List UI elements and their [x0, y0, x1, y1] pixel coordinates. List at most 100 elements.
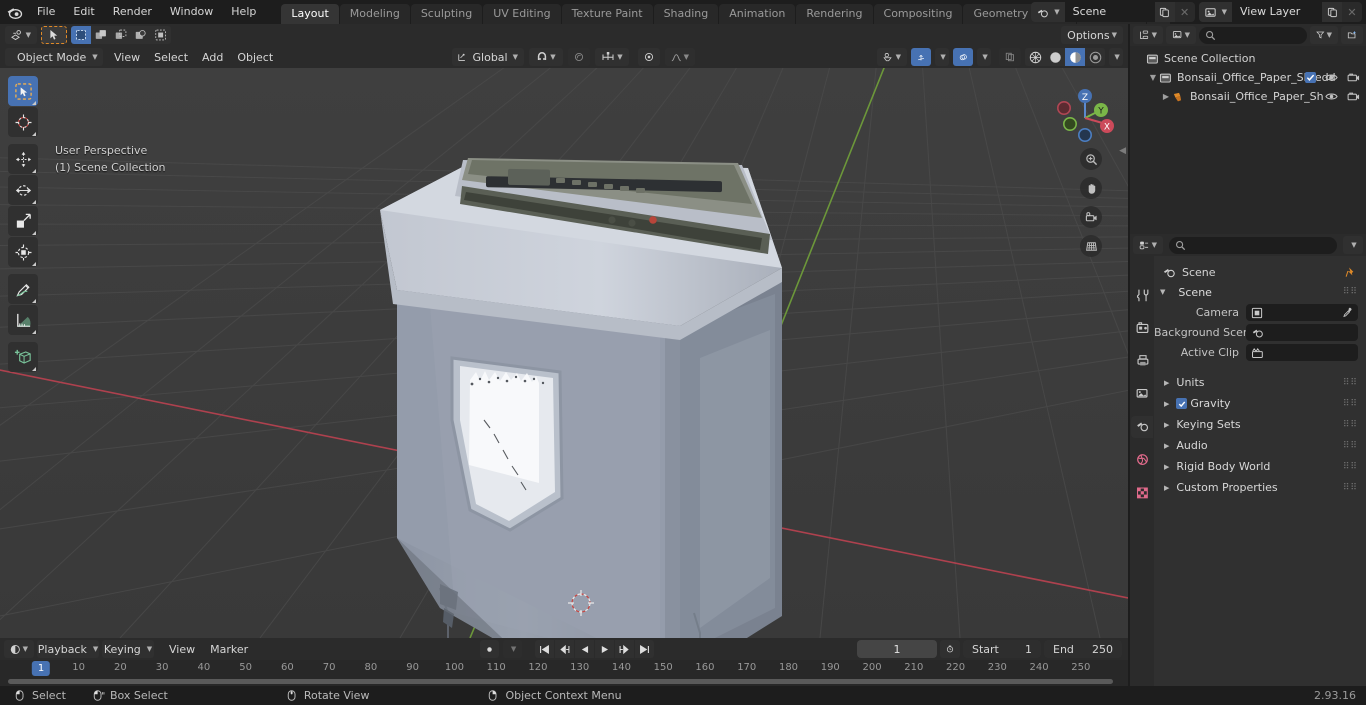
subpanel-custom-properties[interactable]: ▶ Custom Properties ⠿⠿ — [1154, 477, 1366, 498]
frame-end-field[interactable]: End 250 — [1044, 640, 1122, 658]
toggle-perspective-icon[interactable] — [1080, 235, 1102, 257]
gizmo-toggle-button[interactable] — [911, 48, 931, 66]
blender-logo-icon[interactable] — [0, 0, 28, 24]
playhead[interactable]: 1 — [31, 661, 51, 676]
shading-rendered-button[interactable] — [1085, 48, 1105, 66]
hide-in-viewport-icon[interactable] — [1325, 72, 1338, 83]
select-box-tool[interactable] — [8, 76, 38, 106]
tool-options-button[interactable]: Options ▼ — [1061, 26, 1123, 44]
select-mode-intersect-button[interactable] — [151, 26, 171, 44]
jump-to-prev-keyframe-icon[interactable] — [555, 640, 574, 658]
shading-options-dropdown[interactable]: ▼ — [1109, 48, 1123, 66]
select-mode-invert-button[interactable] — [131, 26, 151, 44]
properties-tab-world[interactable] — [1131, 449, 1153, 471]
outliner-row[interactable]: Scene Collection — [1130, 49, 1366, 68]
current-frame-field[interactable]: 1 — [857, 640, 937, 658]
select-mode-group[interactable] — [71, 26, 171, 44]
select-mode-subtract-button[interactable] — [111, 26, 131, 44]
scene-unlink-icon[interactable]: ✕ — [1174, 2, 1195, 22]
play-reverse-icon[interactable] — [575, 640, 594, 658]
timeline-keying-menu[interactable]: Keying ▼ — [102, 640, 154, 658]
select-mode-set-button[interactable] — [71, 26, 91, 44]
menu-render[interactable]: Render — [104, 3, 161, 21]
timeline-ruler[interactable]: 10 20 30 40 50 60 70 80 90 100 110 120 130 140 150 160 1… — [0, 660, 1128, 678]
properties-tab-output[interactable] — [1131, 350, 1153, 372]
subpanel-audio[interactable]: ▶ Audio ⠿⠿ — [1154, 435, 1366, 456]
property-value-field[interactable] — [1246, 304, 1358, 321]
select-mode-extend-button[interactable] — [91, 26, 111, 44]
scene-browse-icon[interactable]: ▼ — [1031, 2, 1065, 22]
outliner-search-input[interactable] — [1199, 26, 1307, 44]
navigation-gizmo[interactable]: Z Y X — [1050, 82, 1114, 146]
viewport-menu-add[interactable]: Add — [196, 48, 229, 66]
jump-to-end-icon[interactable] — [635, 640, 654, 658]
annotate-tool[interactable] — [8, 274, 38, 304]
move-tool[interactable] — [8, 144, 38, 174]
proportional-edit-button[interactable] — [568, 48, 590, 66]
properties-options-dropdown[interactable]: ▼ — [1343, 236, 1363, 254]
disclosure-closed-icon[interactable]: ▶ — [1160, 92, 1172, 101]
outliner-filter-button[interactable]: ▼ — [1310, 26, 1338, 44]
camera-view-icon[interactable] — [1080, 206, 1102, 228]
view-layer-selector[interactable]: ▼ View Layer ✕ — [1198, 2, 1362, 22]
auto-keying-icon[interactable] — [940, 640, 960, 658]
view-layer-new-icon[interactable] — [1322, 2, 1342, 22]
transform-tool[interactable] — [8, 237, 38, 267]
properties-tab-scene[interactable] — [1131, 416, 1153, 438]
exclude-checkbox[interactable] — [1305, 72, 1316, 83]
properties-tab-tool[interactable] — [1131, 284, 1153, 306]
shading-solid-button[interactable] — [1045, 48, 1065, 66]
new-collection-icon[interactable] — [1341, 26, 1363, 44]
scene-panel-header[interactable]: ▼ Scene ⠿⠿ — [1154, 282, 1366, 302]
menu-file[interactable]: File — [28, 3, 64, 21]
workspace-tab-uv-editing[interactable]: UV Editing — [483, 4, 561, 24]
menu-window[interactable]: Window — [161, 3, 222, 21]
property-value-field[interactable] — [1246, 324, 1358, 341]
workspace-tab-texture-paint[interactable]: Texture Paint — [561, 4, 653, 24]
properties-tab-view-layer[interactable] — [1131, 383, 1153, 405]
timeline-playback-menu[interactable]: Playback ▼ — [37, 640, 99, 658]
add-cube-tool[interactable] — [8, 342, 38, 372]
falloff-curve-button[interactable]: ▼ — [665, 48, 695, 66]
shading-wireframe-button[interactable] — [1025, 48, 1045, 66]
pin-icon[interactable] — [1345, 266, 1357, 278]
timeline-view-menu[interactable]: View — [163, 640, 201, 658]
overlays-toggle-button[interactable] — [953, 48, 973, 66]
viewport-menu-view[interactable]: View — [108, 48, 146, 66]
object-types-visibility-button[interactable]: ▼ — [877, 48, 907, 66]
cursor-tool[interactable] — [8, 107, 38, 137]
jump-to-next-keyframe-icon[interactable] — [615, 640, 634, 658]
zoom-icon[interactable] — [1080, 148, 1102, 170]
outliner-display-mode-icon[interactable]: ▼ — [1133, 26, 1163, 44]
workspace-tab-sculpting[interactable]: Sculpting — [410, 4, 483, 24]
pan-hand-icon[interactable] — [1080, 177, 1102, 199]
active-tool-tweak-icon[interactable] — [41, 26, 67, 44]
shading-material-preview-button[interactable] — [1065, 48, 1085, 66]
gizmo-options-dropdown[interactable]: ▼ — [935, 48, 949, 66]
interaction-mode-selector[interactable]: Object Mode ▼ — [5, 48, 103, 66]
3d-viewport[interactable]: User Perspective (1) Scene Collection Z … — [0, 68, 1128, 638]
scene-new-icon[interactable] — [1154, 2, 1175, 22]
viewport-menu-object[interactable]: Object — [231, 48, 279, 66]
transform-orientation-selector[interactable]: Global ▼ — [452, 48, 524, 66]
rotate-tool[interactable] — [8, 175, 38, 205]
sidebar-toggle-arrow[interactable]: ◀ — [1119, 146, 1126, 156]
timeline-horizontal-scrollbar[interactable] — [8, 679, 1113, 684]
snap-magnet-button[interactable]: ▼ — [529, 48, 563, 66]
workspace-tab-compositing[interactable]: Compositing — [873, 4, 963, 24]
viewport-shading-group[interactable] — [1025, 48, 1105, 66]
auto-keyframe-toggle[interactable] — [480, 640, 499, 658]
outliner-row[interactable]: ▶ Bonsaii_Office_Paper_Sh — [1130, 87, 1366, 106]
view-layer-name[interactable]: View Layer — [1232, 2, 1322, 22]
frame-start-field[interactable]: Start 1 — [963, 640, 1041, 658]
scale-tool[interactable] — [8, 206, 38, 236]
view-layer-unlink-icon[interactable]: ✕ — [1342, 2, 1362, 22]
menu-help[interactable]: Help — [222, 3, 265, 21]
subpanel-rigid-body-world[interactable]: ▶ Rigid Body World ⠿⠿ — [1154, 456, 1366, 477]
workspace-tab-layout[interactable]: Layout — [281, 4, 339, 24]
outliner-filter-id-icon[interactable]: ▼ — [1166, 26, 1196, 44]
subpanel-units[interactable]: ▶ Units ⠿⠿ — [1154, 372, 1366, 393]
disclosure-open-icon[interactable]: ▼ — [1147, 73, 1159, 82]
properties-tab-render[interactable] — [1131, 317, 1153, 339]
outliner-row[interactable]: ▼ Bonsaii_Office_Paper_Shredd — [1130, 68, 1366, 87]
